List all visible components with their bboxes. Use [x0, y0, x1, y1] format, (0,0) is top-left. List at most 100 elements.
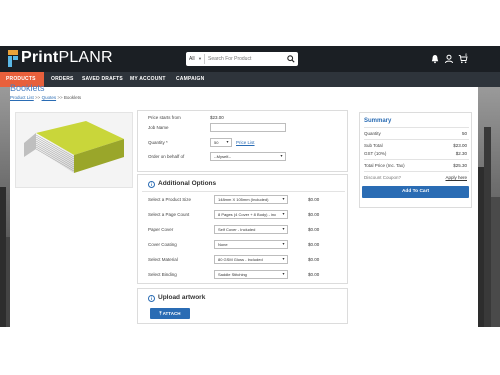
quantity-select[interactable]: 50 ▼	[210, 138, 232, 147]
header-icons: 0	[428, 52, 474, 64]
paper-cover-select[interactable]: Self Cover - Included ▼	[214, 225, 288, 234]
upload-artwork-card: i Upload artwork ⤒ ATTACH	[137, 288, 348, 324]
nav-campaign[interactable]: CAMPAIGN	[170, 72, 210, 87]
page-title: Booklets	[10, 83, 45, 93]
option-value: Self Cover - Included	[218, 227, 256, 232]
additional-options-card: i Additional Options Select a Product Si…	[137, 174, 348, 284]
breadcrumb-separator: >>	[35, 95, 41, 100]
product-details-card: Price starts from $23.00 Job Name Quanti…	[137, 110, 348, 172]
nav-saved-drafts[interactable]: SAVED DRAFTS	[76, 72, 129, 87]
price-list-link[interactable]: Price List	[236, 140, 255, 145]
coupon-label: Discount Coupon?	[364, 175, 402, 180]
main-nav: PRODUCTS ORDERS SAVED DRAFTS MY ACCOUNT …	[0, 72, 500, 87]
option-price: $0.00	[308, 197, 320, 202]
logo-text: PrintPLANR	[21, 49, 113, 66]
add-to-cart-button[interactable]: Add To Cart	[362, 186, 469, 198]
product-size-select[interactable]: 148mm X 105mm (Included) ▼	[214, 195, 288, 204]
apply-coupon-link[interactable]: Apply here	[445, 175, 467, 180]
page-footer-space	[0, 327, 500, 375]
option-price: $0.00	[308, 212, 320, 217]
chevron-down-icon: ▼	[225, 140, 230, 144]
attach-button[interactable]: ⤒ ATTACH	[150, 308, 190, 319]
option-label: Select a Page Count	[148, 212, 190, 217]
user-icon[interactable]	[444, 54, 454, 64]
chevron-down-icon: ▼	[279, 154, 284, 158]
chevron-down-icon: ▼	[281, 227, 286, 231]
nav-my-account[interactable]: MY ACCOUNT	[124, 72, 172, 87]
attach-button-label: ATTACH	[162, 311, 181, 316]
section-divider	[364, 159, 469, 160]
search-divider	[204, 54, 205, 64]
background-image	[478, 87, 500, 327]
chevron-down-icon: ▼	[281, 272, 286, 276]
cart-count-badge: 0	[465, 52, 468, 57]
breadcrumb-current: Booklets	[63, 95, 82, 100]
option-label: Select a Product Size	[148, 197, 192, 202]
breadcrumb-separator: >>	[57, 95, 63, 100]
breadcrumb-quotes[interactable]: Quotes	[42, 95, 57, 100]
option-label: Select Binding	[148, 272, 177, 277]
price-value: $23.00	[210, 115, 224, 120]
job-name-field[interactable]	[210, 123, 286, 132]
on-behalf-select[interactable]: --Myself-- ▼	[210, 152, 286, 161]
search-scope-select[interactable]: All	[189, 56, 195, 62]
info-icon: i	[148, 295, 155, 302]
option-value: None	[218, 242, 228, 247]
cart-button[interactable]: 0	[458, 52, 468, 64]
summary-quantity-label: Quantity	[364, 131, 381, 136]
option-value: Saddle Stitching	[218, 272, 247, 277]
main-content: Price starts from $23.00 Job Name Quanti…	[10, 102, 478, 327]
total-label: Total Price (Inc. Tax)	[364, 163, 405, 168]
additional-options-title: Additional Options	[158, 180, 217, 187]
breadcrumb: Product List >> Quotes >> Booklets	[10, 95, 81, 100]
material-select[interactable]: 80 GSM Gloss - Included ▼	[214, 255, 288, 264]
price-label: Price starts from	[148, 115, 181, 120]
option-label: Cover Coating	[148, 242, 177, 247]
option-value: 148mm X 105mm (Included)	[218, 197, 269, 202]
on-behalf-label: Order on behalf of	[148, 154, 185, 159]
subtotal-value: $23.00	[453, 143, 467, 148]
chevron-down-icon: ▼	[281, 212, 286, 216]
section-divider	[364, 139, 469, 140]
search-bar: All ▼	[186, 52, 298, 66]
section-divider	[364, 171, 469, 172]
section-divider	[364, 127, 469, 128]
option-label: Paper Cover	[148, 227, 174, 232]
upload-artwork-title: Upload artwork	[158, 294, 206, 301]
bell-icon[interactable]	[430, 54, 440, 64]
chevron-down-icon: ▼	[281, 257, 286, 261]
logo-mark-icon	[8, 50, 18, 67]
breadcrumb-product-list[interactable]: Product List	[10, 95, 34, 100]
option-price: $0.00	[308, 257, 320, 262]
chevron-down-icon: ▼	[281, 197, 286, 201]
on-behalf-value: --Myself--	[214, 154, 231, 159]
product-image	[15, 112, 133, 188]
background-image	[0, 87, 10, 327]
booklet-stack-image	[24, 121, 124, 173]
gst-label: GST (10%)	[364, 151, 387, 156]
quantity-label: Quantity *	[148, 140, 168, 145]
option-price: $0.00	[308, 227, 320, 232]
section-divider	[142, 191, 345, 192]
search-input[interactable]	[208, 54, 282, 64]
info-icon: i	[148, 181, 155, 188]
binding-select[interactable]: Saddle Stitching ▼	[214, 270, 288, 279]
option-price: $0.00	[308, 242, 320, 247]
subtotal-label: Sub Total	[364, 143, 383, 148]
cover-coating-select[interactable]: None ▼	[214, 240, 288, 249]
job-name-label: Job Name	[148, 125, 169, 130]
option-label: Select Material	[148, 257, 178, 262]
search-icon[interactable]	[287, 55, 295, 63]
page-count-select[interactable]: 8 Pages (4 Cover + 8 Body) - inc ▼	[214, 210, 288, 219]
summary-quantity-value: 50	[461, 131, 467, 136]
chevron-down-icon: ▼	[281, 242, 286, 246]
option-value: 80 GSM Gloss - Included	[218, 257, 263, 262]
top-header: PrintPLANR All ▼ 0	[0, 46, 500, 72]
nav-orders[interactable]: ORDERS	[45, 72, 80, 87]
gst-value: $2.30	[455, 151, 467, 156]
total-value: $25.30	[453, 163, 467, 168]
quantity-value: 50	[214, 140, 219, 145]
option-price: $0.00	[308, 272, 320, 277]
summary-title: Summary	[364, 118, 392, 124]
chevron-down-icon[interactable]: ▼	[198, 56, 202, 61]
